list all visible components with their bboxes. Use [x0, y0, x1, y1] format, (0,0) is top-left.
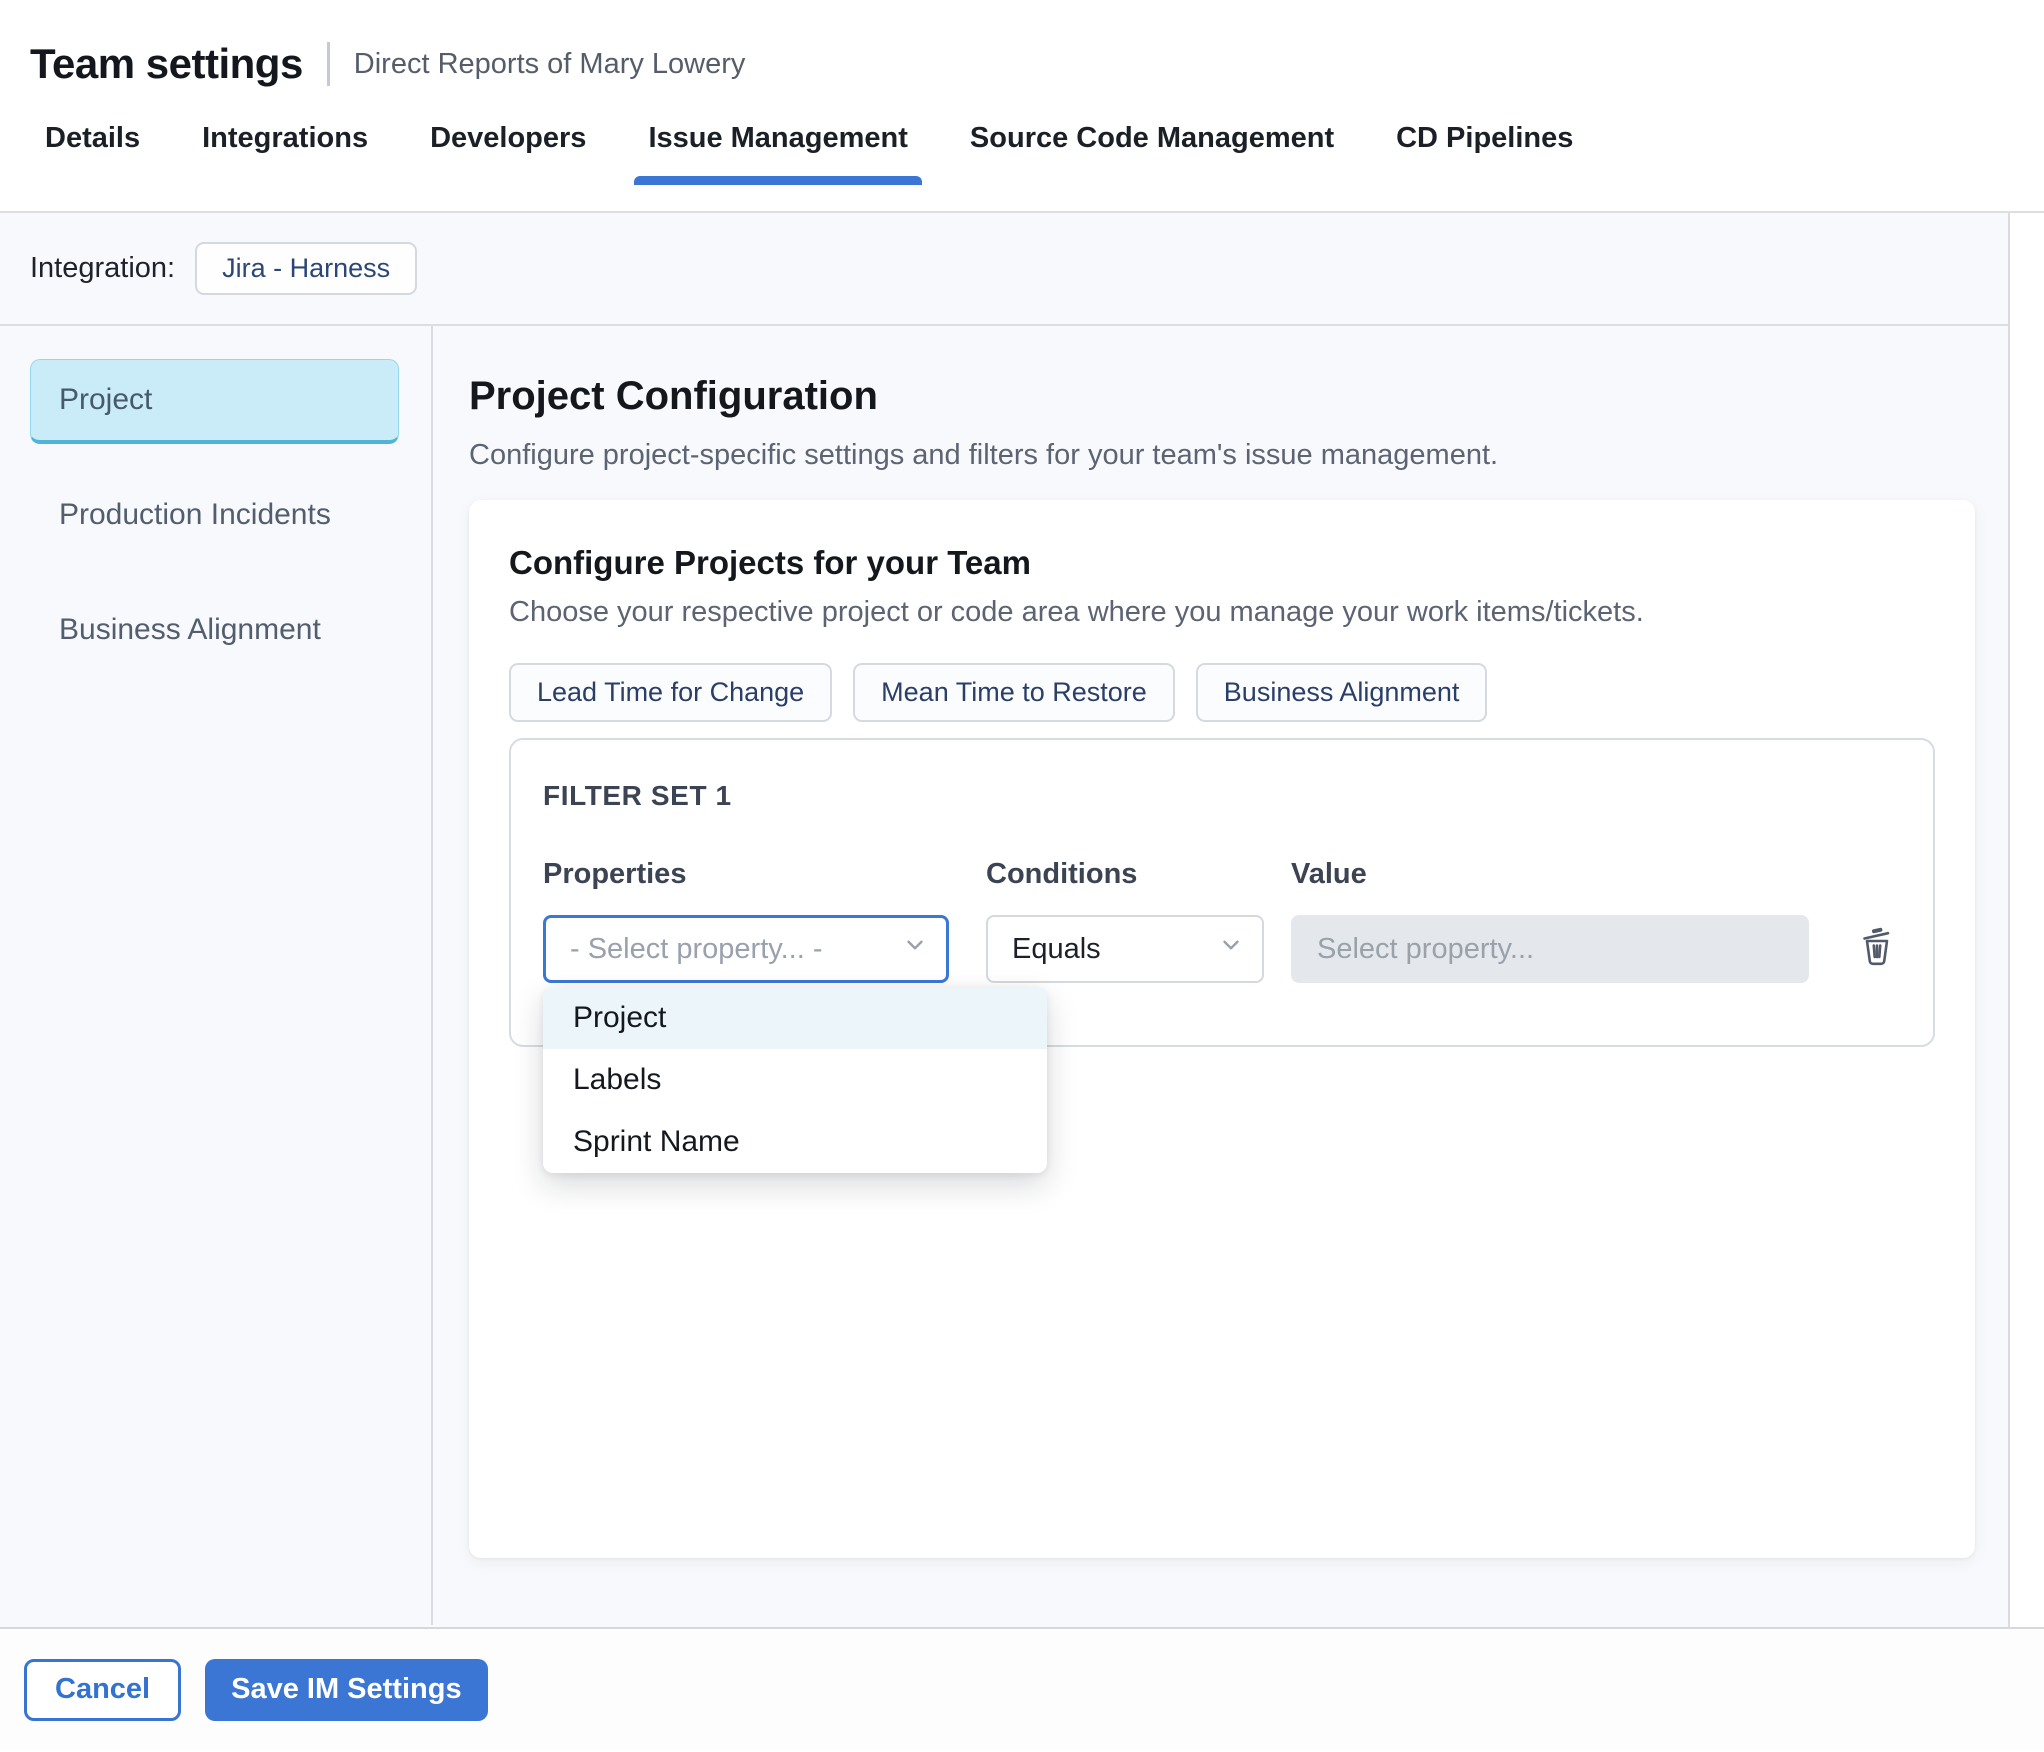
sidebar-nav: Project Production Incidents Business Al… [0, 326, 433, 1625]
chevron-down-icon [902, 932, 928, 966]
filter-set-title: FILTER SET 1 [543, 780, 732, 811]
tab-integrations[interactable]: Integrations [202, 122, 368, 183]
chip-lead-time-for-change[interactable]: Lead Time for Change [509, 663, 833, 722]
tab-details[interactable]: Details [45, 122, 140, 183]
filter-fields-row: - Select property... - Project Labels Sp… [543, 915, 1901, 1173]
section-subtitle: Configure project-specific settings and … [469, 439, 1499, 471]
properties-select-placeholder: - Select property... - [570, 932, 823, 965]
tab-cd-pipelines[interactable]: CD Pipelines [1396, 122, 1573, 183]
card-subtitle: Choose your respective project or code a… [509, 596, 1644, 628]
conditions-column-label: Conditions [986, 858, 1138, 890]
delete-filter-button[interactable] [1853, 923, 1901, 974]
tab-source-code-management[interactable]: Source Code Management [970, 122, 1334, 183]
tab-developers[interactable]: Developers [430, 122, 586, 183]
conditions-select-value: Equals [1012, 932, 1101, 965]
cancel-button[interactable]: Cancel [24, 1658, 182, 1721]
content-area: Project Production Incidents Business Al… [0, 326, 2008, 1625]
chip-business-alignment[interactable]: Business Alignment [1195, 663, 1488, 722]
trash-icon [1853, 927, 1901, 974]
chevron-down-icon [1218, 932, 1244, 966]
filter-column-labels: Properties Conditions Value [543, 858, 1901, 891]
properties-dropdown-menu: Project Labels Sprint Name [543, 987, 1047, 1173]
footer-action-bar: Cancel Save IM Settings [0, 1627, 2044, 1750]
card-title: Configure Projects for your Team [509, 544, 1031, 581]
header-row: Team settings Direct Reports of Mary Low… [0, 0, 2044, 88]
title-divider [326, 42, 330, 86]
dropdown-option-sprint-name[interactable]: Sprint Name [543, 1111, 1047, 1173]
metric-chip-row: Lead Time for Change Mean Time to Restor… [509, 663, 1935, 722]
chip-mean-time-to-restore[interactable]: Mean Time to Restore [853, 663, 1175, 722]
sidebar-item-business-alignment[interactable]: Business Alignment [30, 589, 399, 674]
section-title: Project Configuration [469, 374, 878, 418]
value-input[interactable] [1291, 915, 1809, 983]
page-header: Team settings Direct Reports of Mary Low… [0, 0, 2044, 213]
dropdown-option-project[interactable]: Project [543, 987, 1047, 1049]
page-subtitle: Direct Reports of Mary Lowery [353, 47, 746, 80]
save-im-settings-button[interactable]: Save IM Settings [205, 1658, 488, 1721]
settings-panel: Integration: Jira - Harness Project Prod… [0, 213, 2010, 1627]
properties-select[interactable]: - Select property... - [543, 915, 949, 983]
integration-label: Integration: [30, 252, 176, 284]
value-column-label: Value [1291, 858, 1367, 890]
sidebar-item-production-incidents[interactable]: Production Incidents [30, 474, 399, 559]
integration-row: Integration: Jira - Harness [0, 213, 2008, 326]
properties-column-label: Properties [543, 858, 687, 890]
tab-bar: Details Integrations Developers Issue Ma… [0, 122, 2044, 185]
tab-issue-management[interactable]: Issue Management [634, 122, 923, 185]
configure-projects-card: Configure Projects for your Team Choose … [469, 500, 1975, 1558]
properties-field-wrap: - Select property... - Project Labels Sp… [543, 915, 1047, 1173]
sidebar-item-project[interactable]: Project [30, 359, 399, 444]
dropdown-option-labels[interactable]: Labels [543, 1049, 1047, 1111]
conditions-select[interactable]: Equals [986, 915, 1264, 983]
filter-set-card: FILTER SET 1 Properties Conditions Value… [509, 738, 1935, 1173]
main-content: Project Configuration Configure project-… [433, 326, 2008, 1625]
page-title: Team settings [30, 40, 303, 87]
integration-chip[interactable]: Jira - Harness [195, 242, 418, 295]
